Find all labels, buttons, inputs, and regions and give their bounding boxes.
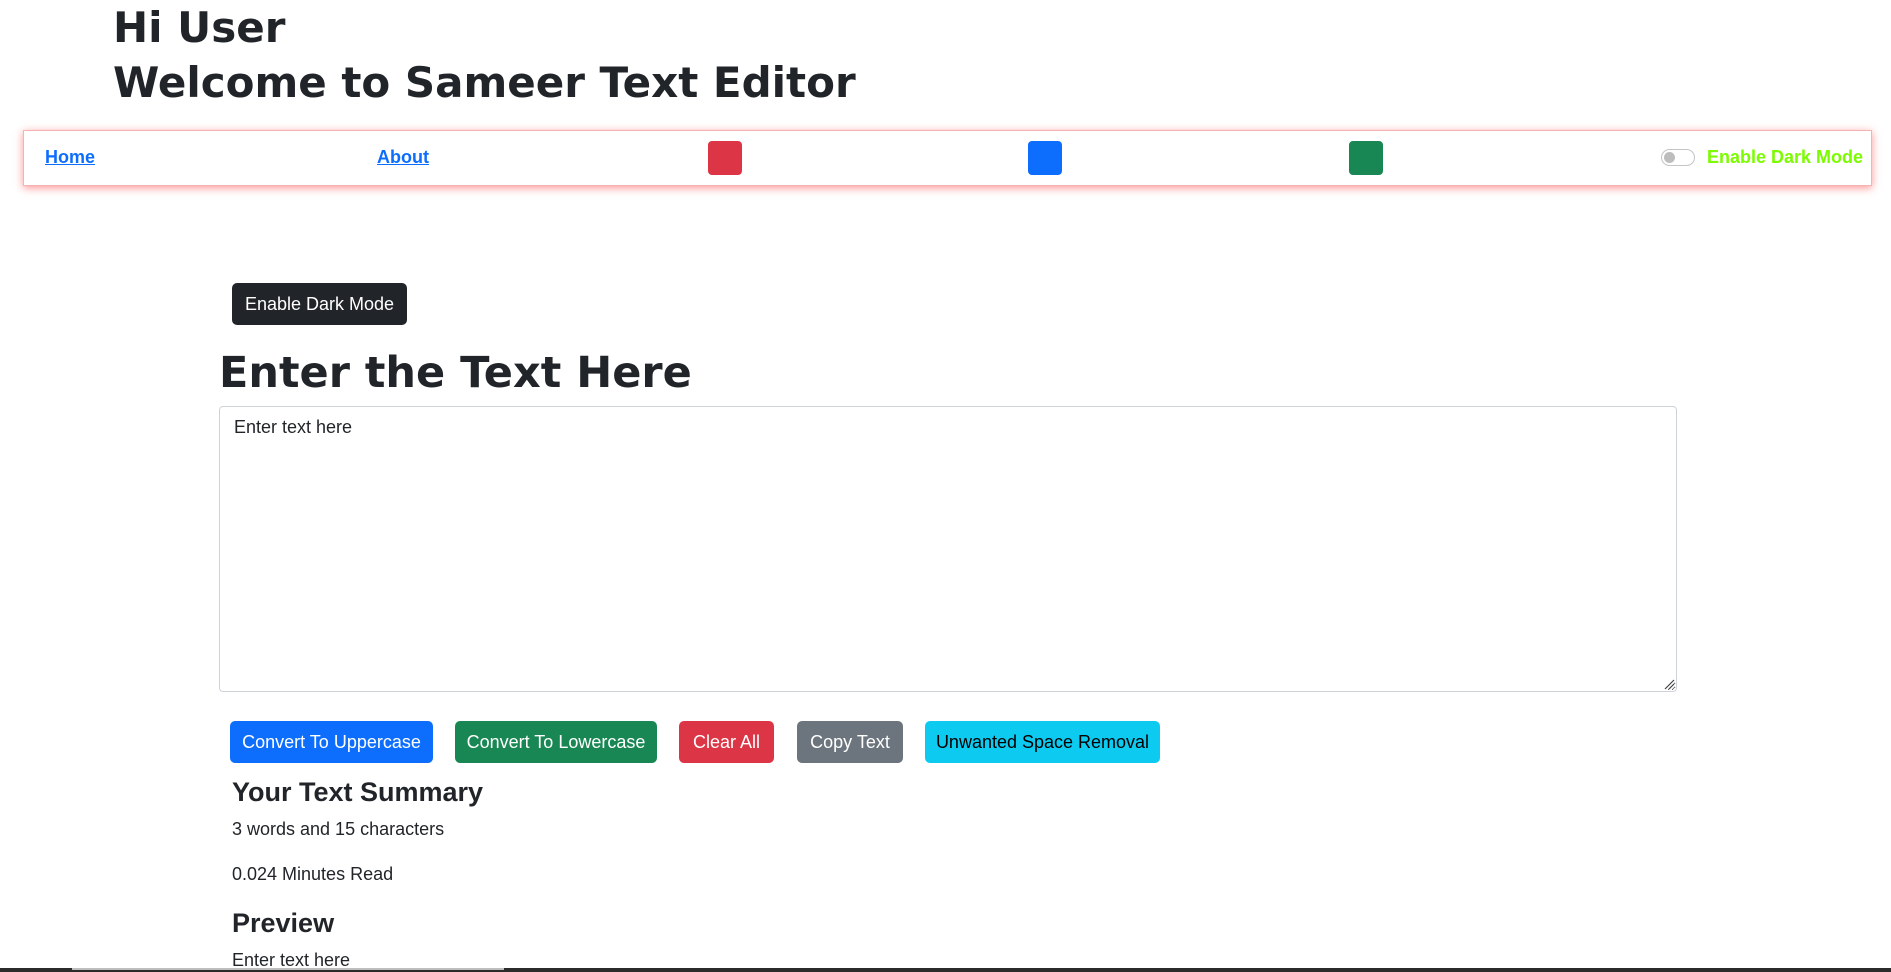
navbar: Home About Enable Dark Mode — [23, 130, 1872, 186]
read-time: 0.024 Minutes Read — [232, 864, 394, 884]
convert-uppercase-button[interactable]: Convert To Uppercase — [230, 721, 433, 763]
bottom-scrollbar-thumb[interactable] — [72, 968, 504, 970]
text-entry-heading: Enter the Text Here — [219, 348, 692, 398]
greeting-header: Hi User Welcome to Sameer Text Editor — [113, 0, 856, 110]
nav-link-home[interactable]: Home — [45, 147, 95, 168]
preview-heading: Preview — [232, 908, 335, 938]
blue-theme-swatch[interactable] — [1028, 141, 1062, 175]
text-input-area[interactable] — [219, 406, 1677, 692]
green-theme-swatch[interactable] — [1349, 141, 1383, 175]
enable-dark-mode-button[interactable]: Enable Dark Mode — [232, 283, 407, 325]
greeting-text: Hi User — [113, 3, 286, 52]
dark-mode-toggle[interactable] — [1661, 149, 1695, 166]
copy-text-button[interactable]: Copy Text — [797, 721, 903, 763]
convert-lowercase-button[interactable]: Convert To Lowercase — [455, 721, 657, 763]
dark-mode-toggle-label[interactable]: Enable Dark Mode — [1707, 147, 1863, 168]
word-char-count: 3 words and 15 characters — [232, 819, 445, 839]
red-theme-swatch[interactable] — [708, 141, 742, 175]
remove-spaces-button[interactable]: Unwanted Space Removal — [925, 721, 1160, 763]
welcome-text: Welcome to Sameer Text Editor — [113, 58, 856, 107]
toggle-knob — [1664, 152, 1675, 163]
summary-heading: Your Text Summary — [232, 777, 484, 807]
clear-all-button[interactable]: Clear All — [679, 721, 774, 763]
nav-link-about[interactable]: About — [377, 147, 429, 168]
page: Hi User Welcome to Sameer Text Editor Ho… — [0, 0, 1891, 972]
